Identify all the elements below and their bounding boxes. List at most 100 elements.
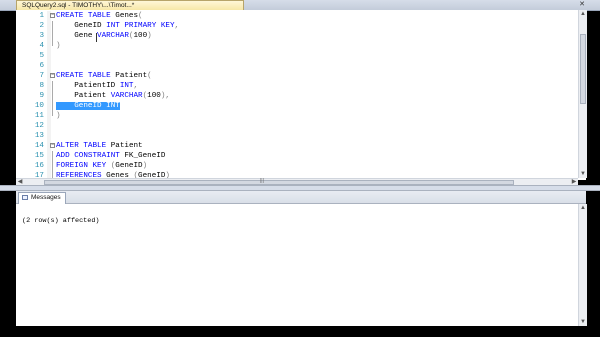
editor-line[interactable]: 2 GeneID INT PRIMARY KEY, xyxy=(16,21,586,31)
code-text: ALTER TABLE Patient xyxy=(56,141,143,151)
close-icon[interactable]: ✕ xyxy=(578,0,586,10)
query-tab-title: SQLQuery2.sql - TIMOTHY\...\Timot...* xyxy=(22,2,135,9)
messages-output: (2 row(s) affected) xyxy=(22,217,100,225)
outline-gutter xyxy=(47,101,51,111)
collapse-icon[interactable]: − xyxy=(50,143,55,148)
editor-vertical-scroll-thumb[interactable] xyxy=(580,34,586,104)
line-number: 16 xyxy=(34,162,44,170)
line-number: 1 xyxy=(39,12,44,20)
editor-line[interactable]: 6 xyxy=(16,61,586,71)
code-token: INT xyxy=(106,22,120,30)
scroll-grip-icon: ||| xyxy=(260,178,264,184)
editor-line[interactable]: 9 Patient VARCHAR(100), xyxy=(16,91,586,101)
code-token: , xyxy=(174,22,180,30)
code-token: , xyxy=(133,82,139,90)
editor-line[interactable]: 12 xyxy=(16,121,586,131)
outline-guide xyxy=(52,151,53,161)
editor-line[interactable]: 16 FOREIGN KEY (GeneID) xyxy=(16,161,586,171)
code-token: PRIMARY KEY xyxy=(124,22,175,30)
line-number: 9 xyxy=(39,92,44,100)
code-text: CREATE TABLE Patient( xyxy=(56,71,152,81)
code-text: PatientID INT, xyxy=(56,81,138,91)
editor-line[interactable]: 8 PatientID INT, xyxy=(16,81,586,91)
code-token: CONSTRAINT xyxy=(74,152,120,160)
code-text: GeneID INT xyxy=(56,101,120,111)
code-text: FOREIGN KEY (GeneID) xyxy=(56,161,147,171)
code-text: GeneID INT PRIMARY KEY, xyxy=(56,21,179,31)
code-token: ) xyxy=(147,32,152,40)
results-vertical-scrollbar[interactable]: ▲ ▼ xyxy=(578,204,587,326)
outline-guide xyxy=(52,31,53,41)
tab-messages[interactable]: Messages xyxy=(18,192,66,204)
editor-line[interactable]: 5 xyxy=(16,51,586,61)
line-number: 7 xyxy=(39,72,44,80)
outline-gutter xyxy=(47,31,51,41)
editor-line[interactable]: 15 ADD CONSTRAINT FK_GeneID xyxy=(16,151,586,161)
code-token: 100 xyxy=(133,32,148,40)
code-text: CREATE TABLE Genes( xyxy=(56,11,143,21)
selected-code-token: INT xyxy=(106,102,120,110)
line-number: 10 xyxy=(34,102,44,110)
outline-gutter xyxy=(47,111,51,121)
code-token: ADD xyxy=(56,152,70,160)
code-token: ALTER xyxy=(56,142,79,150)
messages-icon xyxy=(22,194,28,200)
collapse-icon[interactable]: − xyxy=(50,13,55,18)
outline-gutter xyxy=(47,121,51,131)
line-number: 12 xyxy=(34,122,44,130)
scroll-down-arrow-icon[interactable]: ▼ xyxy=(579,170,587,178)
results-pane: Messages (2 row(s) affected) ▲ ▼ xyxy=(16,191,587,326)
editor-line[interactable]: 7 − CREATE TABLE Patient( xyxy=(16,71,586,81)
editor-line[interactable]: 14 − ALTER TABLE Patient xyxy=(16,141,586,151)
editor-vertical-scrollbar[interactable]: ▲ ▼ xyxy=(578,10,587,178)
editor-line[interactable]: 3 Gene VARCHAR(100) xyxy=(16,31,586,41)
code-token: PatientID xyxy=(56,82,120,90)
outline-gutter xyxy=(47,41,51,51)
code-text: Patient VARCHAR(100), xyxy=(56,91,170,101)
text-cursor-icon xyxy=(96,33,97,42)
query-editor[interactable]: 1− CREATE TABLE Genes(2 GeneID INT PRIMAR… xyxy=(16,10,586,180)
outline-guide xyxy=(52,161,53,171)
code-token: TABLE xyxy=(87,12,111,20)
collapse-icon[interactable]: − xyxy=(50,73,55,78)
code-token: ( xyxy=(147,72,152,80)
code-token: GeneID xyxy=(56,22,107,30)
outline-gutter xyxy=(47,51,51,61)
code-token: Patient xyxy=(106,142,143,150)
line-number: 2 xyxy=(39,22,44,30)
editor-line[interactable]: 13 xyxy=(16,131,586,141)
line-number: 8 xyxy=(39,82,44,90)
outline-guide xyxy=(52,91,53,101)
code-text: ) xyxy=(56,41,61,51)
code-token: 100 xyxy=(147,92,161,100)
editor-line[interactable]: 4) xyxy=(16,41,586,51)
code-token: Patient xyxy=(110,72,148,80)
line-number: 13 xyxy=(34,132,44,140)
line-number: 4 xyxy=(39,42,44,50)
code-text: Gene VARCHAR(100) xyxy=(56,31,152,41)
outline-gutter xyxy=(47,151,51,161)
editor-line[interactable]: 10 GeneID INT xyxy=(16,101,586,111)
code-token: CREATE xyxy=(56,72,84,80)
selected-code-token: GeneID xyxy=(56,102,107,110)
code-token: ) xyxy=(142,162,148,170)
ssms-query-window: SQLQuery2.sql - TIMOTHY\...\Timot...* ✕ … xyxy=(0,0,600,337)
code-token: VARCHAR xyxy=(110,92,143,100)
outline-gutter xyxy=(47,91,51,101)
code-token: ) xyxy=(56,112,61,120)
messages-tab-label: Messages xyxy=(31,194,61,201)
outline-gutter xyxy=(47,21,51,31)
query-document-tab[interactable]: SQLQuery2.sql - TIMOTHY\...\Timot...* xyxy=(16,0,244,10)
code-token: TABLE xyxy=(83,142,107,150)
scroll-down-arrow-icon[interactable]: ▼ xyxy=(579,318,587,326)
code-token: INT xyxy=(119,82,134,90)
code-token: Gene xyxy=(56,32,98,40)
outline-guide xyxy=(52,81,53,91)
scroll-up-arrow-icon[interactable]: ▲ xyxy=(579,10,587,18)
editor-line[interactable]: 1 − CREATE TABLE Genes( xyxy=(16,11,586,21)
outline-gutter xyxy=(47,161,51,171)
scroll-up-arrow-icon[interactable]: ▲ xyxy=(579,204,587,212)
editor-line[interactable]: 11) xyxy=(16,111,586,121)
code-token: GeneID xyxy=(115,162,143,170)
code-token: Genes xyxy=(110,12,139,20)
